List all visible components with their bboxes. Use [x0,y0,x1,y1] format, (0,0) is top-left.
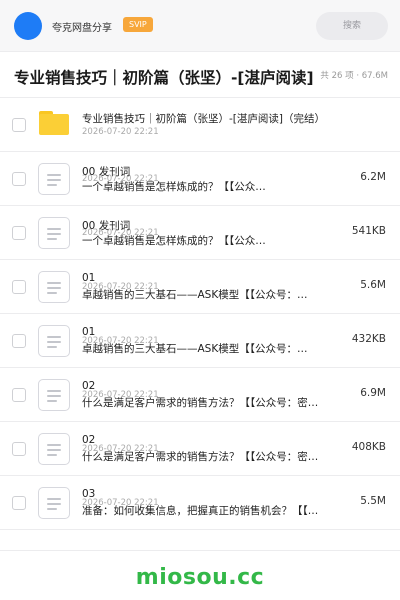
brand-name: 夸克网盘分享 [52,23,112,34]
watermark: miosou.cc [135,565,265,590]
file-size: 6.9M [360,387,386,399]
file-name-title: 卓越销售的三大基石——ASK模型【【公众号：… [82,289,308,301]
file-name-prefix: 01 [82,272,96,284]
file-size: 5.5M [360,495,386,507]
search-button[interactable]: 搜索 [316,12,388,40]
file-size: 6.2M [360,171,386,183]
file-name-title: 准备：如何收集信息，把握真正的销售机会？【【… [82,505,319,517]
file-row[interactable]: 2026-07-20 22:21 00 发刊词 一个卓越销售是怎样炼成的？【【公众…… [0,152,400,206]
row-checkbox[interactable] [12,388,26,402]
file-row[interactable]: 2026-07-20 22:21 02 什么是满足客户需求的销售方法？【【公众号：密… [0,368,400,422]
file-name-prefix: 00 发刊词 [82,166,131,178]
svip-badge: SVIP [123,17,153,32]
footer: miosou.cc [0,550,400,600]
file-name-prefix: 01 [82,326,96,338]
row-checkbox[interactable] [12,334,26,348]
folder-icon [39,111,69,135]
folder-row[interactable]: 专业销售技巧｜初阶篇（张坚）-[湛庐阅读]（完结） 2026-07-20 22:… [0,98,400,152]
file-row[interactable]: 2026-07-20 22:21 03 准备：如何收集信息，把握真正的销售机会？【【… [0,476,400,530]
avatar[interactable] [14,12,42,40]
file-row[interactable]: 2026-07-20 22:21 01 卓越销售的三大基石——ASK模型【【公众号：… [0,260,400,314]
folder-name: 专业销售技巧｜初阶篇（张坚）-[湛庐阅读]（完结） [82,113,325,125]
document-icon [38,325,70,357]
document-icon [38,217,70,249]
file-row[interactable]: 2026-07-20 22:21 02 什么是满足客户需求的销售方法？【【公众号：密… [0,422,400,476]
file-size: 541KB [351,225,386,237]
file-name-title: 一个卓越销售是怎样炼成的？【【公众… [82,181,266,193]
top-bar: 夸克网盘分享 SVIP 搜索 [0,0,400,52]
file-size: 5.6M [360,279,386,291]
document-icon [38,379,70,411]
file-name-prefix: 03 [82,488,96,500]
file-name-title: 什么是满足客户需求的销售方法？【【公众号：密… [82,397,319,409]
share-meta: 共 26 项 · 67.6M [320,71,388,81]
file-row[interactable]: 2026-07-20 22:21 01 卓越销售的三大基石——ASK模型【【公众号：… [0,314,400,368]
document-icon [38,487,70,519]
share-title-bar: 专业销售技巧｜初阶篇（张坚）-[湛庐阅读] 共 26 项 · 67.6M [0,52,400,98]
document-icon [38,163,70,195]
row-checkbox[interactable] [12,172,26,186]
row-checkbox[interactable] [12,118,26,132]
document-icon [38,433,70,465]
row-checkbox[interactable] [12,280,26,294]
file-name-title: 卓越销售的三大基石——ASK模型【【公众号：… [82,343,308,355]
row-checkbox[interactable] [12,442,26,456]
file-size: 408KB [351,441,386,453]
document-icon [38,271,70,303]
file-row[interactable]: 2026-07-20 22:21 00 发刊词 一个卓越销售是怎样炼成的？【【公众…… [0,206,400,260]
page-title: 专业销售技巧｜初阶篇（张坚）-[湛庐阅读] [14,69,314,87]
file-name-prefix: 02 [82,380,96,392]
file-name-prefix: 00 发刊词 [82,220,131,232]
row-checkbox[interactable] [12,496,26,510]
file-name-title: 一个卓越销售是怎样炼成的？【【公众… [82,235,266,247]
row-checkbox[interactable] [12,226,26,240]
folder-date: 2026-07-20 22:21 [82,127,159,137]
file-name-prefix: 02 [82,434,96,446]
file-size: 432KB [351,333,386,345]
file-name-title: 什么是满足客户需求的销售方法？【【公众号：密… [82,451,319,463]
